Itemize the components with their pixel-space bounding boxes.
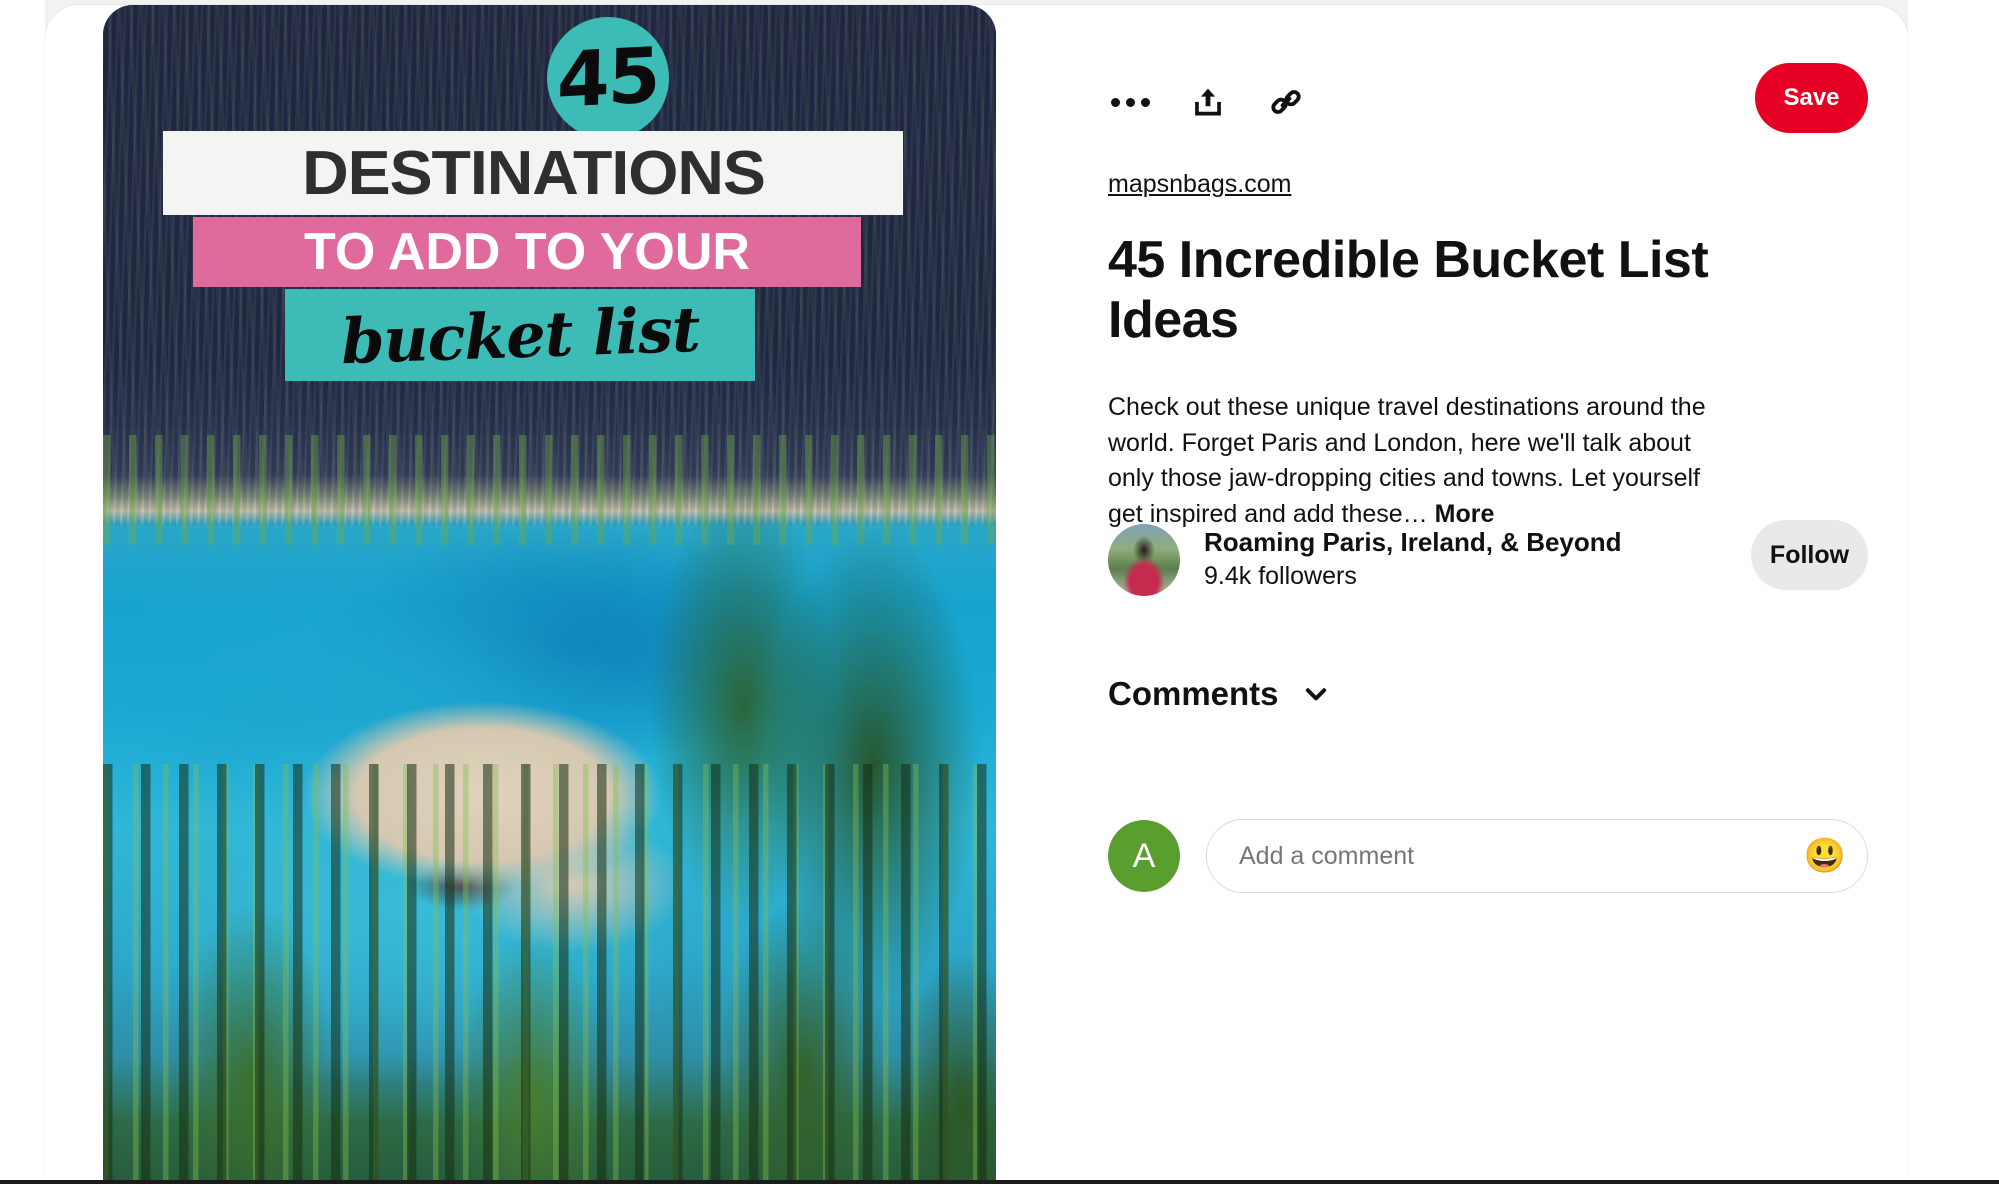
- share-icon: [1195, 88, 1221, 116]
- pin-description: Check out these unique travel destinatio…: [1108, 390, 1733, 532]
- comments-section-toggle[interactable]: Comments: [1108, 675, 1331, 713]
- page-gutter-right: [1908, 0, 1999, 1184]
- forest-texture-bottom: [103, 764, 996, 1184]
- pin-overlay-script: bucket list: [339, 292, 701, 378]
- source-domain-link[interactable]: mapsnbags.com: [1108, 170, 1291, 199]
- pin-title: 45 Incredible Bucket List Ideas: [1108, 231, 1709, 350]
- pin-overlay-headline-band: DESTINATIONS: [163, 131, 903, 215]
- comments-heading: Comments: [1108, 675, 1279, 712]
- save-button[interactable]: Save: [1755, 63, 1868, 133]
- pin-description-text: Check out these unique travel destinatio…: [1108, 393, 1706, 528]
- pin-closeup-card: 45 DESTINATIONS TO ADD TO YOUR bucket li…: [45, 5, 1908, 1184]
- follow-button[interactable]: Follow: [1751, 520, 1868, 590]
- pin-overlay-headline: DESTINATIONS: [301, 138, 766, 208]
- pin-detail-panel: Save mapsnbags.com 45 Incredible Bucket …: [1068, 5, 1908, 1184]
- pin-overlay-subline-band: TO ADD TO YOUR: [193, 217, 861, 287]
- link-icon: [1271, 90, 1301, 114]
- comment-input[interactable]: [1237, 840, 1803, 872]
- pin-overlay-subline: TO ADD TO YOUR: [304, 223, 750, 281]
- pin-action-bar: Save: [1108, 63, 1868, 141]
- author-row[interactable]: Roaming Paris, Ireland, & Beyond 9.4k fo…: [1108, 517, 1868, 603]
- chevron-down-icon: [1305, 688, 1326, 701]
- emoji-picker-button[interactable]: 😃: [1803, 834, 1847, 878]
- author-follower-count: 9.4k followers: [1204, 562, 1357, 591]
- more-options-button[interactable]: [1102, 74, 1158, 130]
- author-name: Roaming Paris, Ireland, & Beyond: [1204, 527, 1622, 558]
- forest-texture-midband: [103, 435, 996, 545]
- current-user-avatar[interactable]: A: [1108, 820, 1180, 892]
- author-meta: Roaming Paris, Ireland, & Beyond 9.4k fo…: [1204, 527, 1622, 593]
- ellipsis-icon: [1110, 97, 1150, 107]
- page-gutter-left: [0, 0, 45, 1184]
- pin-closeup-page: 45 DESTINATIONS TO ADD TO YOUR bucket li…: [0, 0, 1999, 1184]
- author-avatar[interactable]: [1108, 524, 1180, 596]
- pin-image[interactable]: 45 DESTINATIONS TO ADD TO YOUR bucket li…: [103, 5, 996, 1184]
- pin-overlay-script-band: bucket list: [285, 289, 755, 381]
- share-button[interactable]: [1180, 74, 1236, 130]
- pin-overlay-number: 45: [556, 30, 660, 125]
- add-comment-row: A 😃: [1108, 813, 1868, 899]
- page-bottom-strip: [0, 1180, 1999, 1184]
- copy-link-button[interactable]: [1258, 74, 1314, 130]
- comment-input-wrapper[interactable]: 😃: [1206, 819, 1868, 893]
- pin-overlay-number-badge: 45: [547, 17, 669, 139]
